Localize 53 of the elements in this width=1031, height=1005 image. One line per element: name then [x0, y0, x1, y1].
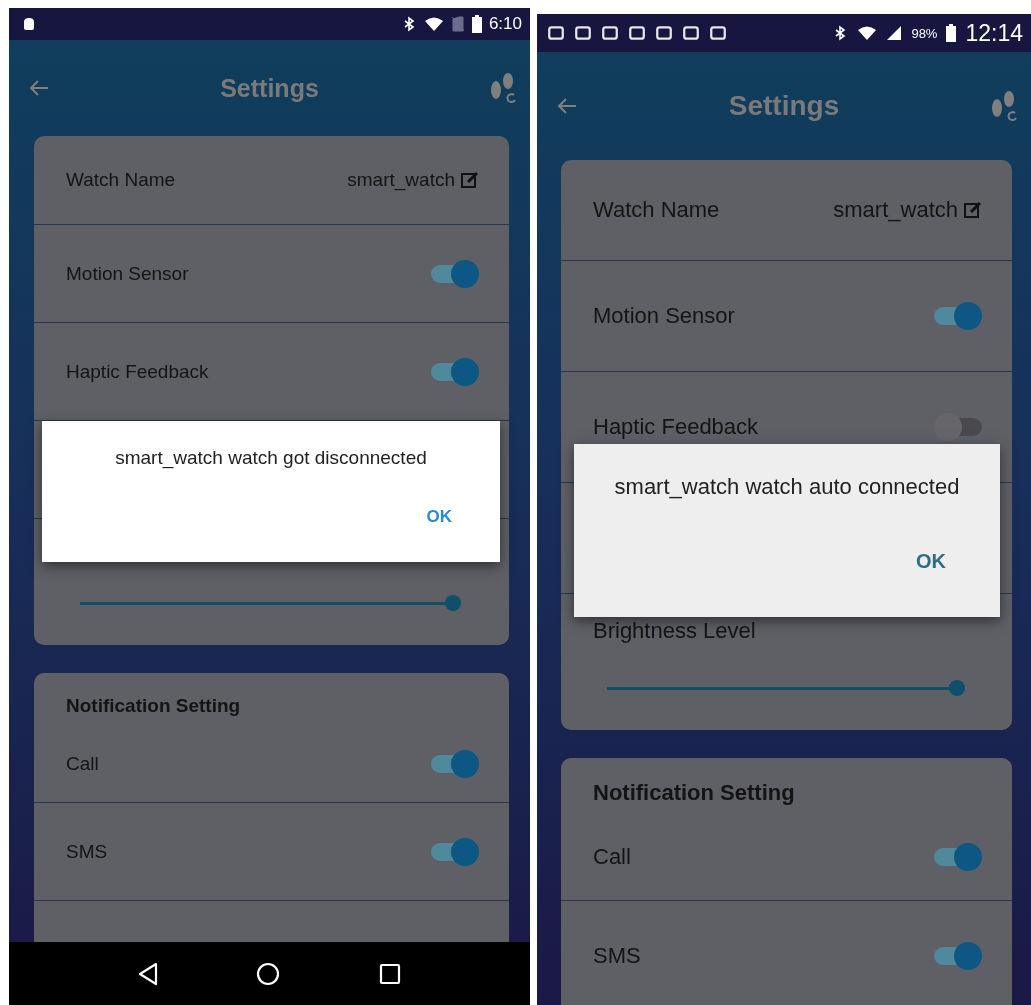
footprints-icon[interactable] [989, 88, 1019, 124]
notification-icon [547, 24, 565, 42]
wifi-icon [857, 25, 878, 41]
home-icon[interactable] [256, 961, 281, 986]
notification-icon [655, 24, 673, 42]
recents-icon[interactable] [378, 962, 401, 985]
toggle-switch[interactable] [934, 942, 982, 970]
setting-label: Haptic Feedback [593, 414, 759, 440]
watch-name-value: smart_watch [347, 169, 455, 191]
setting-label: Brightness Level [593, 618, 757, 644]
signal-icon [886, 25, 903, 41]
setting-label: Motion Sensor [66, 262, 189, 285]
battery-percent: 98% [911, 25, 938, 41]
wifi-icon [423, 16, 444, 32]
setting-label: Watch Name [66, 169, 176, 191]
setting-label: SMS [66, 840, 108, 863]
slider-thumb[interactable] [445, 595, 462, 611]
toggle-switch[interactable] [934, 843, 982, 871]
battery-icon [471, 15, 482, 33]
slider-thumb[interactable] [948, 680, 965, 696]
edit-icon[interactable] [964, 201, 982, 219]
watch-name-value: smart_watch [833, 197, 958, 223]
toggle-switch[interactable] [431, 259, 479, 288]
ok-button[interactable]: OK [908, 546, 954, 577]
section-title: Notification Setting [593, 780, 795, 805]
screen-title: Settings [219, 73, 320, 103]
battery-icon [946, 24, 957, 42]
notification-icon [601, 24, 619, 42]
setting-label: Haptic Feedback [66, 360, 209, 383]
screen-title: Settings [727, 90, 841, 122]
notification-icon [709, 24, 727, 42]
notification-icon [628, 24, 646, 42]
setting-label: Watch Name [593, 197, 720, 223]
edit-icon[interactable] [461, 171, 479, 189]
footprints-icon[interactable] [488, 70, 518, 106]
setting-label: Call [593, 844, 631, 870]
toggle-switch[interactable] [431, 357, 479, 386]
ok-button[interactable]: OK [418, 503, 460, 531]
toggle-switch[interactable] [934, 302, 982, 330]
setting-label: SMS [593, 943, 641, 969]
status-time: 12:14 [965, 19, 1023, 47]
back-icon[interactable] [138, 961, 159, 986]
section-title: Notification Setting [66, 695, 241, 716]
setting-label: Motion Sensor [593, 303, 735, 329]
toggle-switch[interactable] [934, 413, 982, 441]
dialog-message: smart_watch watch auto connected [613, 474, 961, 500]
toggle-switch[interactable] [431, 837, 479, 866]
notification-icon [682, 24, 700, 42]
notification-icon [574, 24, 592, 42]
setting-label: Call [66, 752, 99, 775]
dialog-message: smart_watch watch got disconnected [114, 447, 428, 469]
status-time: 6:10 [488, 14, 522, 34]
toggle-switch[interactable] [431, 749, 479, 778]
